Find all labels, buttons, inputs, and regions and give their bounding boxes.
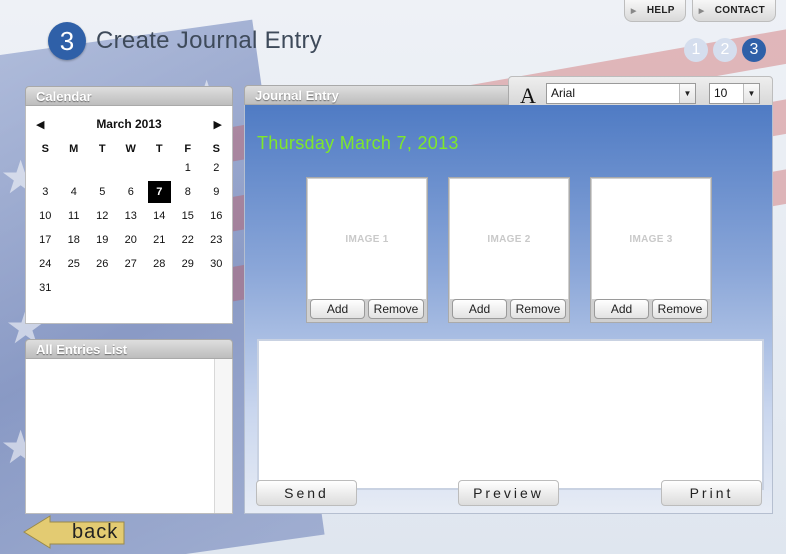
entries-title: All Entries List [25, 339, 233, 359]
next-month-icon[interactable]: ▶ [214, 118, 222, 131]
calendar-day[interactable]: 9 [202, 180, 231, 204]
calendar-day[interactable]: 8 [174, 180, 203, 204]
calendar-nav: ◀ March 2013 ▶ [26, 106, 232, 134]
calendar-day[interactable]: 1 [174, 156, 203, 180]
image-placeholder: IMAGE 2 [450, 179, 568, 299]
image-slot-3: IMAGE 3 Add Remove [590, 177, 712, 323]
calendar-day[interactable]: 10 [31, 204, 60, 228]
calendar-empty-cell [117, 156, 146, 180]
calendar-day[interactable]: 18 [60, 228, 89, 252]
image-slot-2: IMAGE 2 Add Remove [448, 177, 570, 323]
arrow-right-icon: ▶ [698, 7, 705, 15]
add-image-button[interactable]: Add [452, 299, 507, 319]
calendar-day-selected[interactable]: 7 [148, 181, 171, 203]
add-image-button[interactable]: Add [594, 299, 649, 319]
weekday-header: M [69, 143, 79, 155]
calendar-empty-cell [88, 156, 117, 180]
entries-list[interactable] [25, 359, 233, 514]
calendar-day[interactable]: 29 [174, 252, 203, 276]
calendar-day[interactable]: 3 [31, 180, 60, 204]
contact-link[interactable]: ▶ CONTACT [691, 0, 776, 22]
weekday-header: T [155, 143, 163, 155]
calendar-body: ◀ March 2013 ▶ S M T W T F S 1 2 3 4 5 6 7 8 9 10 11 12 13 1… [25, 106, 233, 324]
print-button[interactable]: Print [661, 480, 762, 506]
help-link[interactable]: ▶ HELP [623, 0, 686, 22]
calendar-day[interactable]: 2 [202, 156, 231, 180]
remove-image-button[interactable]: Remove [510, 299, 566, 319]
journal-body: Thursday March 7, 2013 IMAGE 1 Add Remov… [244, 105, 773, 514]
calendar-empty-cell [145, 156, 174, 180]
step-3-indicator[interactable]: 3 [742, 38, 766, 62]
calendar-day[interactable]: 4 [60, 180, 89, 204]
step-indicator: 1 2 3 [684, 38, 766, 62]
calendar-day[interactable]: 23 [202, 228, 231, 252]
image-buttons: Add Remove [594, 299, 708, 319]
contact-label: CONTACT [714, 5, 765, 16]
calendar-month: March 2013 [96, 117, 162, 131]
calendar-grid: S M T W T F S 1 2 3 4 5 6 7 8 9 10 11 12 13 14 15 16 17 18 19 20 21… [26, 134, 232, 300]
calendar-day[interactable]: 20 [117, 228, 146, 252]
calendar-day[interactable]: 11 [60, 204, 89, 228]
calendar-day[interactable]: 5 [88, 180, 117, 204]
help-label: HELP [646, 5, 675, 16]
image-slot-1: IMAGE 1 Add Remove [306, 177, 428, 323]
calendar-day[interactable]: 14 [145, 204, 174, 228]
calendar-panel: Calendar ◀ March 2013 ▶ SMTWTFS123456789… [25, 86, 233, 324]
weekday-header: W [125, 143, 136, 155]
remove-image-button[interactable]: Remove [652, 299, 708, 319]
top-nav: ▶ HELP ▶ CONTACT [623, 0, 776, 22]
weekday-header: S [212, 143, 220, 155]
calendar-title: Calendar [25, 86, 233, 106]
remove-image-button[interactable]: Remove [368, 299, 424, 319]
image-buttons: Add Remove [310, 299, 424, 319]
preview-button[interactable]: Preview [458, 480, 559, 506]
image-placeholder: IMAGE 1 [308, 179, 426, 299]
calendar-day[interactable]: 30 [202, 252, 231, 276]
entry-date: Thursday March 7, 2013 [257, 133, 459, 153]
entries-scrollbar[interactable] [214, 359, 232, 513]
step-badge: 3 [48, 22, 86, 60]
journal-text-input[interactable] [257, 339, 764, 490]
calendar-day[interactable]: 15 [174, 204, 203, 228]
back-button[interactable]: back [72, 521, 118, 544]
calendar-day[interactable]: 22 [174, 228, 203, 252]
step-2-indicator[interactable]: 2 [713, 38, 737, 62]
send-button[interactable]: Send [256, 480, 357, 506]
calendar-day[interactable]: 12 [88, 204, 117, 228]
calendar-day[interactable]: 24 [31, 252, 60, 276]
calendar-day[interactable]: 28 [145, 252, 174, 276]
image-placeholder: IMAGE 3 [592, 179, 710, 299]
page-title: Create Journal Entry [96, 27, 323, 54]
calendar-day[interactable]: 13 [117, 204, 146, 228]
prev-month-icon[interactable]: ◀ [36, 118, 44, 131]
journal-panel: Journal Entry Thursday March 7, 2013 IMA… [244, 85, 773, 514]
weekday-header: F [184, 143, 192, 155]
calendar-day[interactable]: 31 [31, 276, 60, 300]
journal-title: Journal Entry [244, 85, 509, 105]
calendar-day[interactable]: 17 [31, 228, 60, 252]
arrow-right-icon: ▶ [630, 7, 637, 15]
calendar-empty-cell [31, 156, 60, 180]
calendar-day[interactable]: 26 [88, 252, 117, 276]
add-image-button[interactable]: Add [310, 299, 365, 319]
calendar-empty-cell [60, 156, 89, 180]
entries-panel: All Entries List [25, 339, 233, 514]
calendar-day[interactable]: 16 [202, 204, 231, 228]
calendar-day[interactable]: 6 [117, 180, 146, 204]
image-buttons: Add Remove [452, 299, 566, 319]
calendar-day[interactable]: 25 [60, 252, 89, 276]
step-1-indicator[interactable]: 1 [684, 38, 708, 62]
weekday-header: T [98, 143, 106, 155]
calendar-day[interactable]: 21 [145, 228, 174, 252]
calendar-day[interactable]: 19 [88, 228, 117, 252]
calendar-day[interactable]: 27 [117, 252, 146, 276]
weekday-header: S [41, 143, 49, 155]
